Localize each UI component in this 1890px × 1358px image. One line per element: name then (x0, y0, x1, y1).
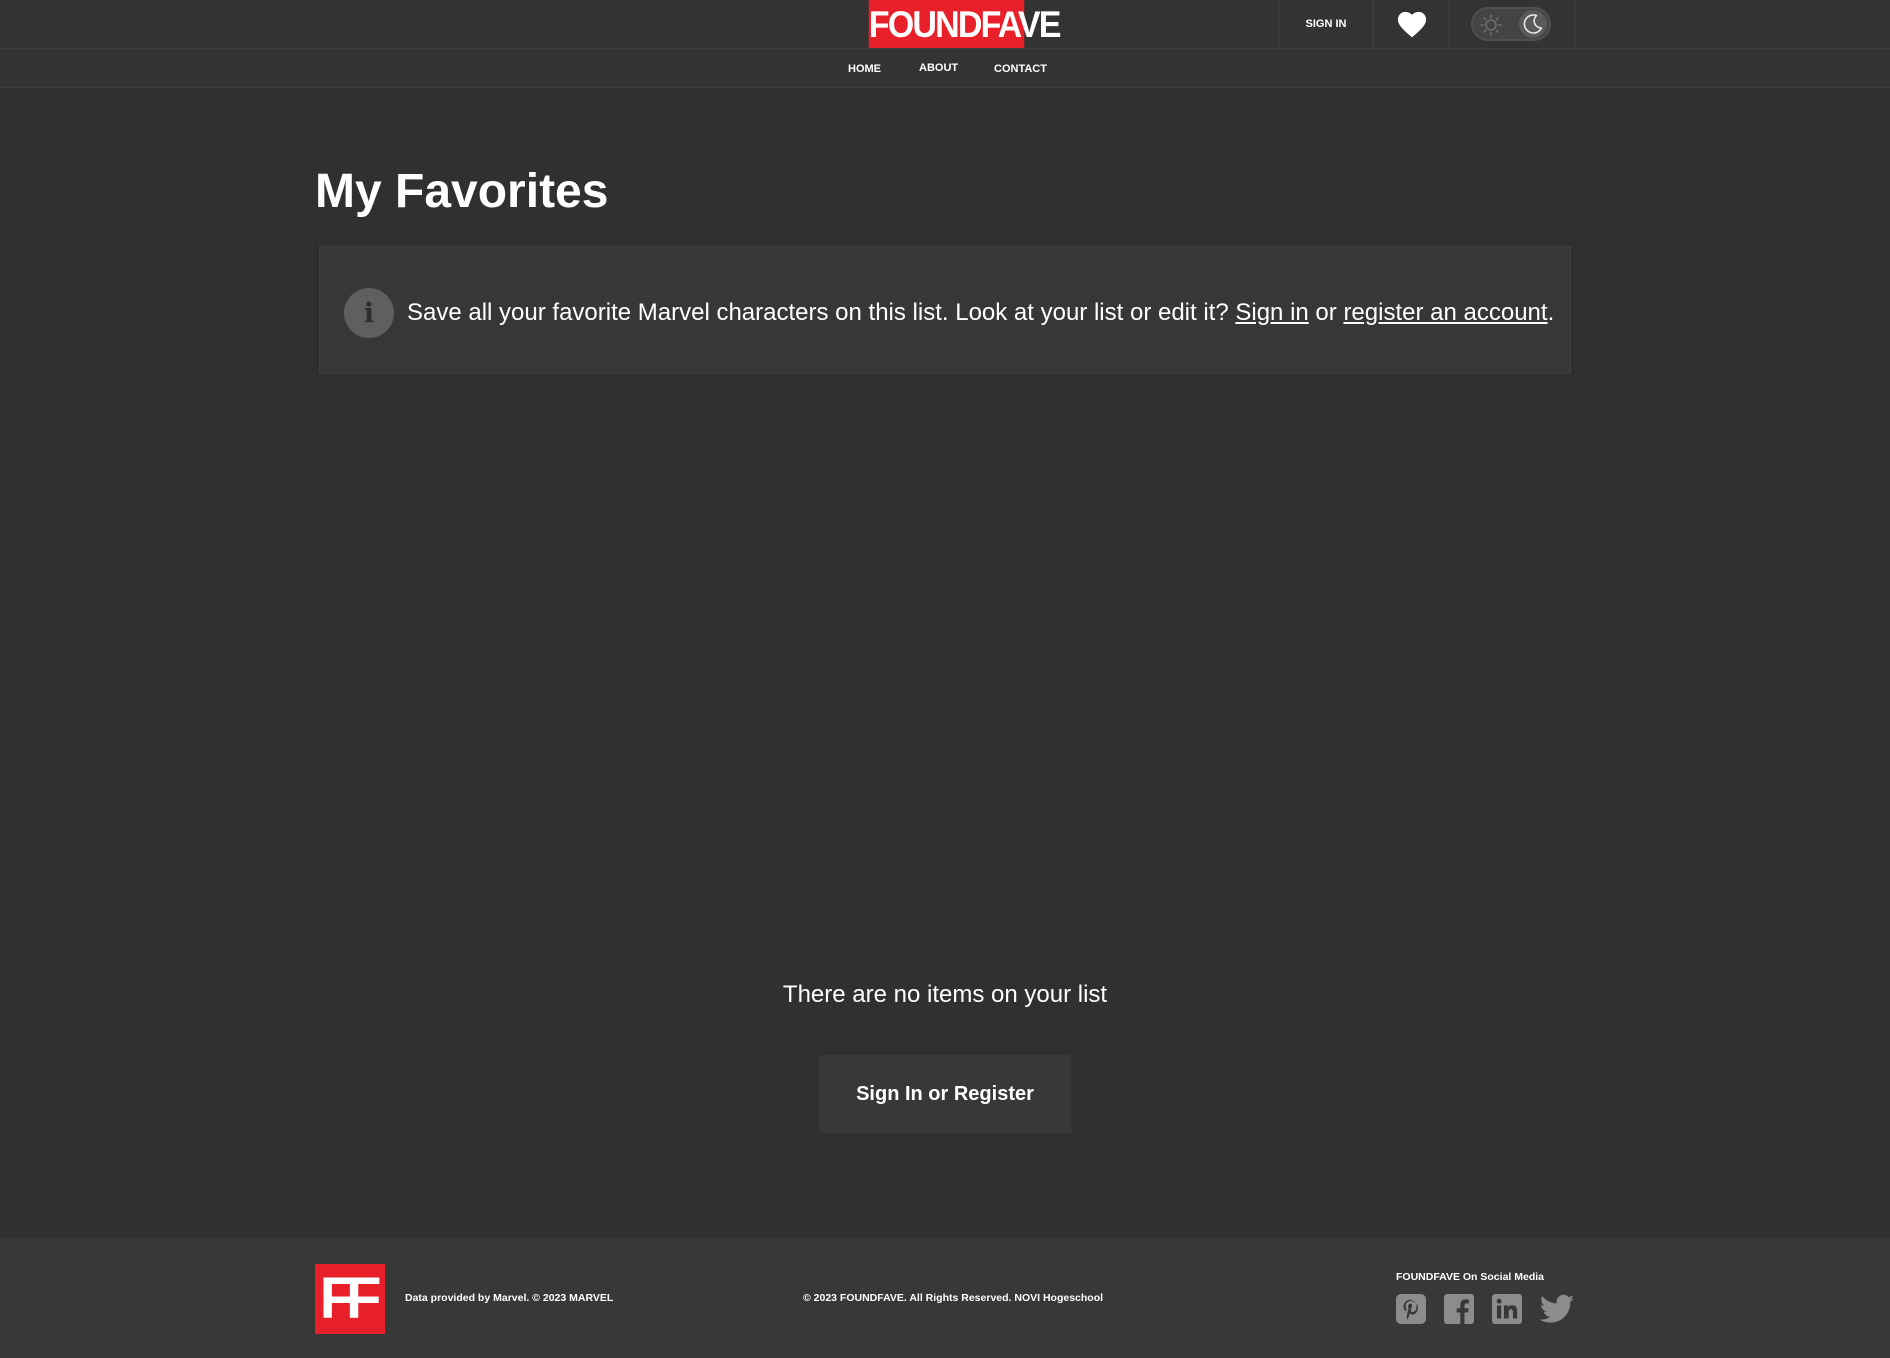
info-signin-link[interactable]: Sign in (1235, 299, 1308, 326)
heart-icon (1397, 11, 1426, 38)
nav-contact[interactable]: CONTACT (994, 49, 1047, 89)
site-logo[interactable]: FOUNDFAVE (868, 0, 1061, 48)
pinterest-icon[interactable] (1395, 1293, 1427, 1325)
theme-toggle[interactable] (1471, 7, 1551, 41)
info-banner: i Save all your favorite Marvel characte… (315, 242, 1575, 378)
linkedin-icon[interactable] (1491, 1293, 1523, 1325)
toggle-knob (1519, 10, 1547, 38)
favorites-button[interactable] (1374, 0, 1450, 49)
signin-register-button[interactable]: Sign In or Register (819, 1055, 1071, 1133)
info-icon: i (344, 288, 394, 338)
main-nav: HOME ABOUT CONTACT (0, 49, 1890, 88)
moon-icon (1523, 14, 1543, 34)
header-signin-link[interactable]: SIGN IN (1278, 0, 1374, 49)
sun-icon (1480, 14, 1502, 36)
nav-home[interactable]: HOME (848, 49, 881, 89)
social-heading: FOUNDFAVE On Social Media (1396, 1271, 1544, 1283)
footer-credit: Data provided by Marvel. © 2023 MARVEL (405, 1292, 614, 1304)
footer-logo[interactable]: FF (315, 1264, 385, 1334)
info-text-before: Save all your favorite Marvel characters… (407, 299, 1236, 326)
site-footer: FF Data provided by Marvel. © 2023 MARVE… (0, 1238, 1890, 1358)
footer-copyright: © 2023 FOUNDFAVE. All Rights Reserved. N… (803, 1292, 1104, 1304)
empty-list-message: There are no items on your list (782, 981, 1108, 1008)
info-register-link[interactable]: register an account (1343, 299, 1547, 326)
theme-toggle-area (1450, 0, 1575, 49)
facebook-icon[interactable] (1443, 1293, 1475, 1325)
page-title: My Favorites (315, 165, 609, 218)
twitter-icon[interactable] (1539, 1293, 1575, 1325)
info-text-middle: or (1308, 299, 1344, 326)
top-header: FOUNDFAVE SIGN IN (0, 0, 1890, 49)
info-message: Save all your favorite Marvel characters… (407, 298, 1554, 328)
nav-about[interactable]: ABOUT (919, 48, 958, 88)
info-text-after: . (1547, 299, 1555, 326)
